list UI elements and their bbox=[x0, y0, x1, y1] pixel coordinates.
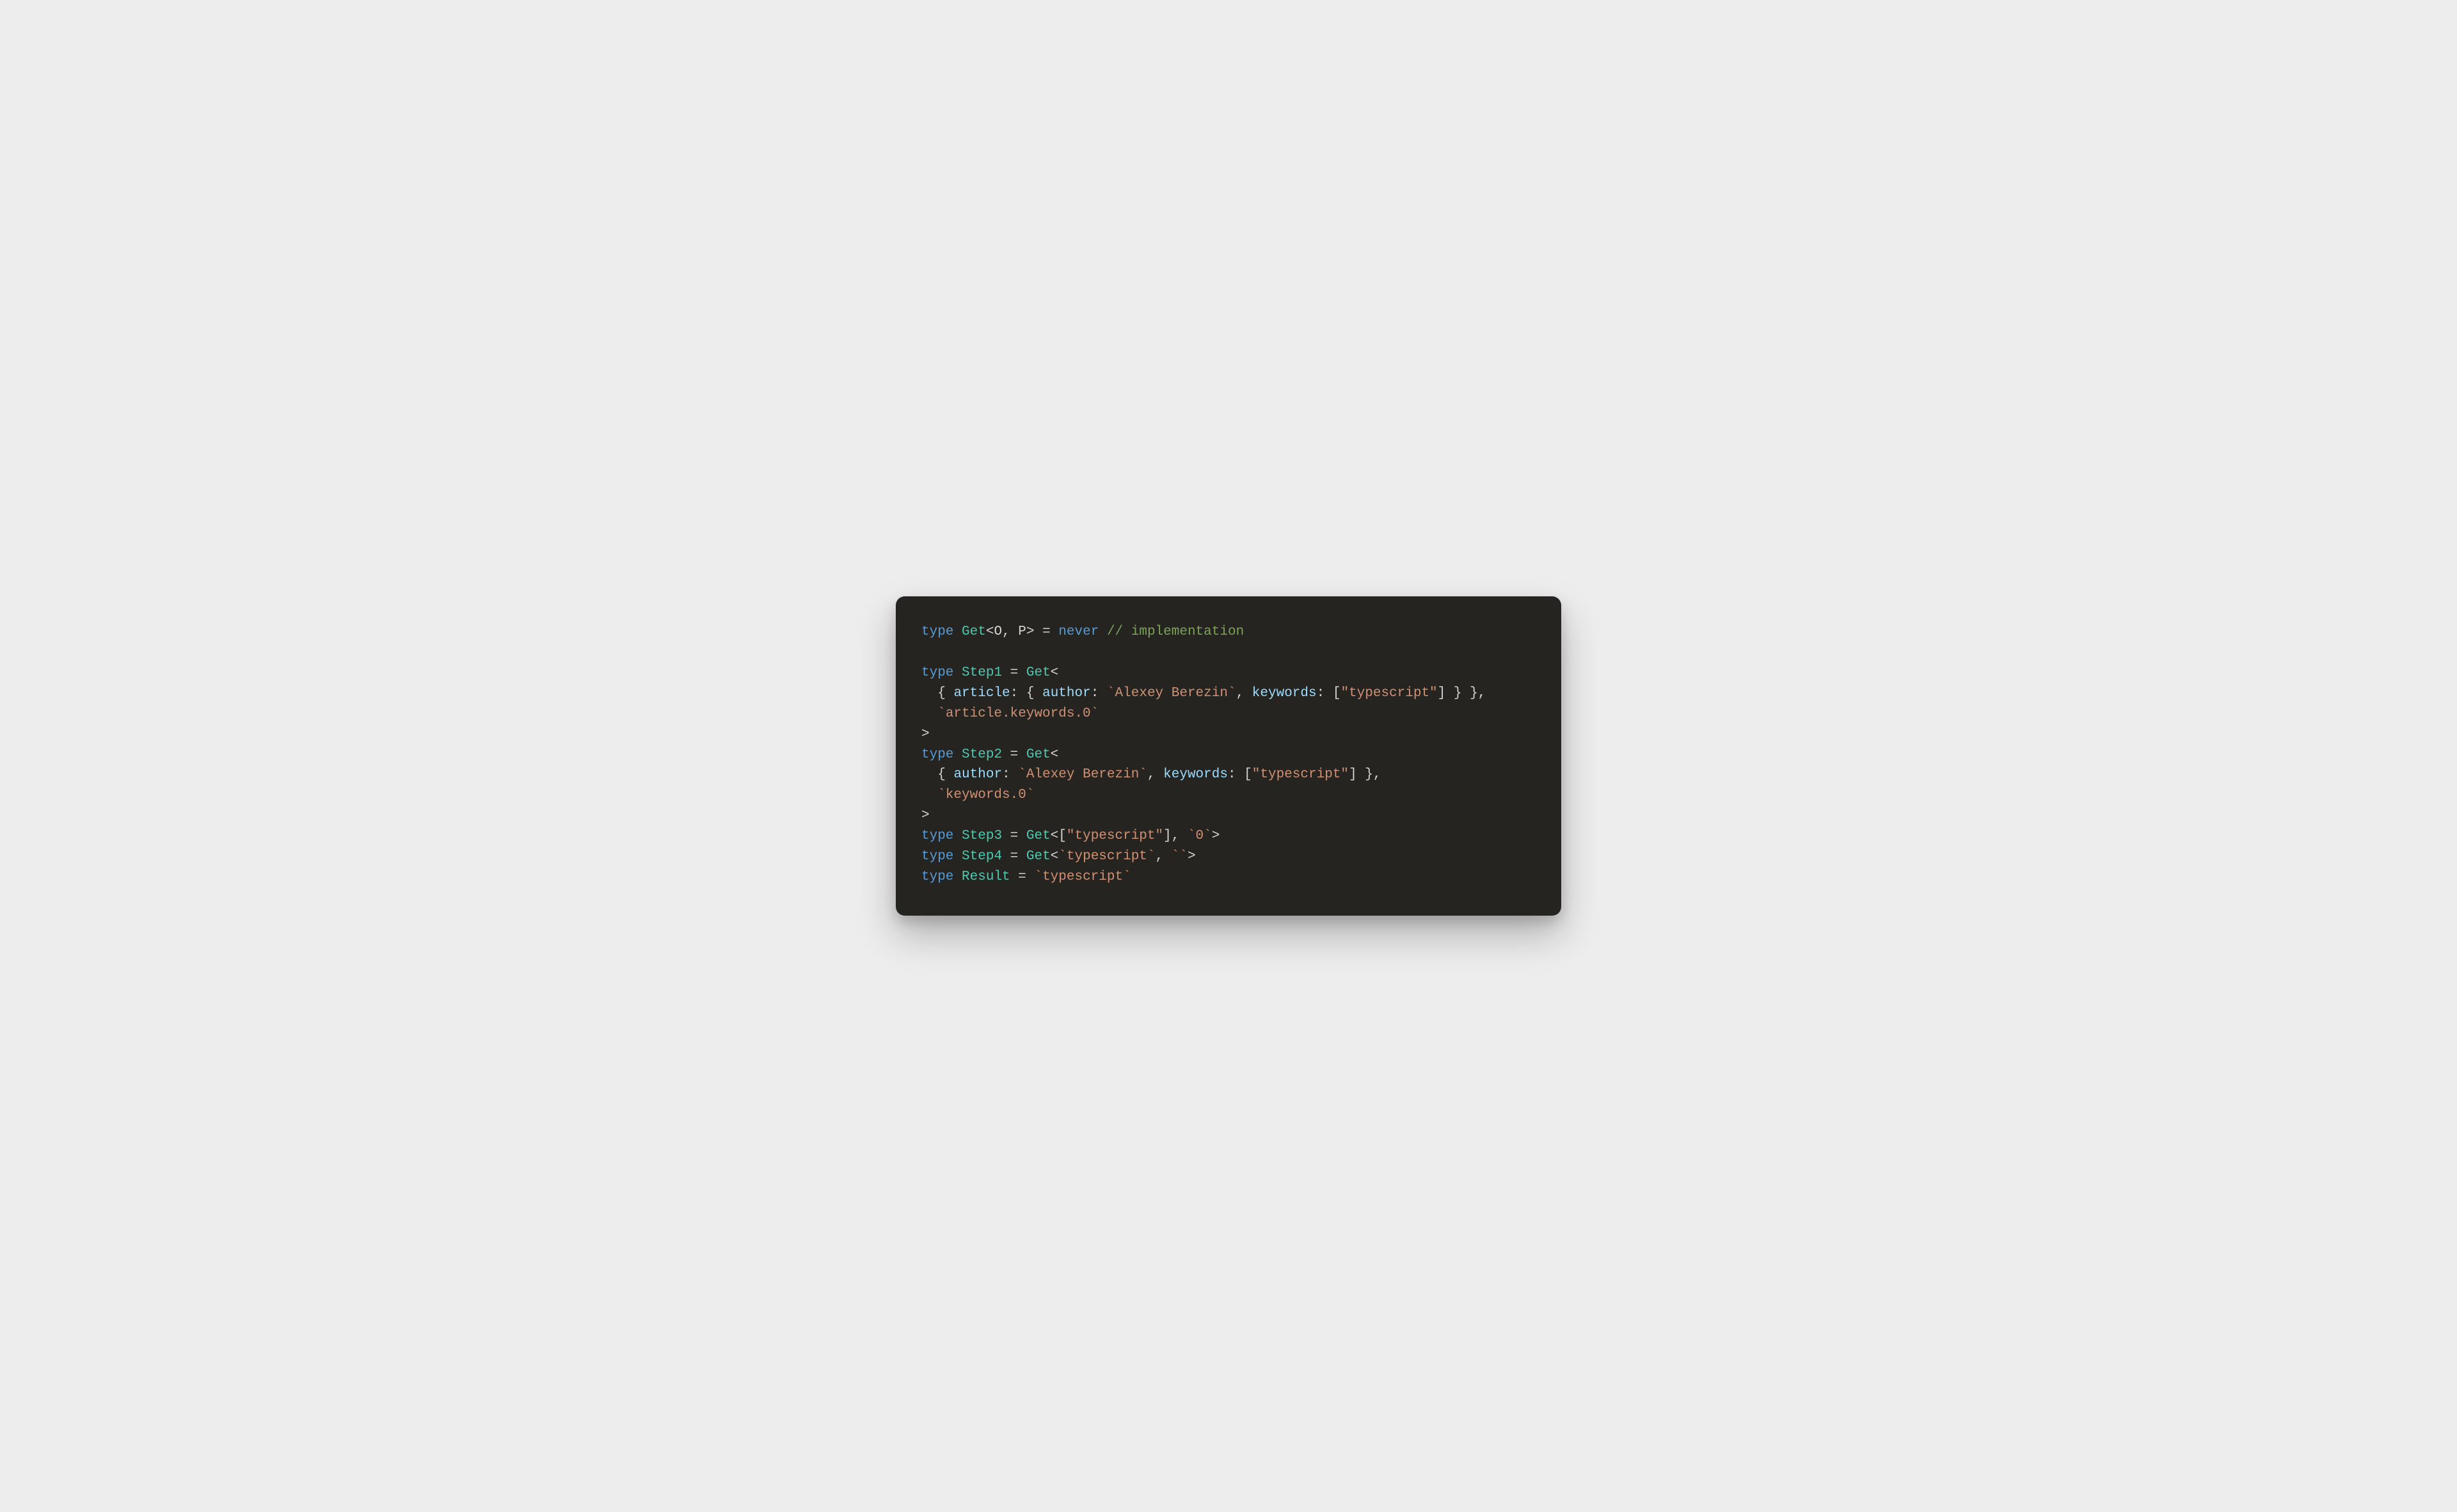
comma: , bbox=[1002, 625, 1018, 639]
angle-close: > bbox=[1026, 625, 1035, 639]
string-author: `Alexey Berezin` bbox=[1107, 686, 1236, 701]
space bbox=[1099, 625, 1107, 639]
type-step3: Step3 bbox=[962, 829, 1002, 843]
equals: = bbox=[1002, 829, 1026, 843]
prop-keywords: keywords bbox=[1163, 767, 1228, 782]
keyword-type: type bbox=[921, 625, 953, 639]
colon: : bbox=[1002, 767, 1018, 782]
keyword-type: type bbox=[921, 747, 953, 762]
type-step2: Step2 bbox=[962, 747, 1002, 762]
prop-article: article bbox=[953, 686, 1010, 701]
brace-open: { bbox=[937, 767, 953, 782]
string-path: `article.keywords.0` bbox=[937, 706, 1099, 721]
string-path: `keywords.0` bbox=[937, 788, 1034, 802]
comma: , bbox=[1236, 686, 1252, 701]
angle-close: > bbox=[1188, 849, 1196, 864]
prop-author: author bbox=[953, 767, 1002, 782]
string-zero: `0` bbox=[1188, 829, 1212, 843]
comma: , bbox=[1147, 767, 1163, 782]
keyword-never: never bbox=[1058, 625, 1099, 639]
angle-bracket-open: <[ bbox=[1051, 829, 1067, 843]
brace-open: { bbox=[937, 686, 953, 701]
close-braces: ] } }, bbox=[1438, 686, 1486, 701]
angle-open: < bbox=[986, 625, 994, 639]
code-card: type Get<O, P> = never // implementation… bbox=[896, 596, 1561, 916]
equals: = bbox=[1002, 849, 1026, 864]
indent bbox=[921, 706, 937, 721]
string-typescript: `typescript` bbox=[1034, 870, 1131, 884]
type-step1: Step1 bbox=[962, 665, 1002, 680]
type-get: Get bbox=[962, 625, 986, 639]
type-get: Get bbox=[1026, 849, 1051, 864]
equals: = bbox=[1002, 747, 1026, 762]
type-result: Result bbox=[962, 870, 1010, 884]
keyword-type: type bbox=[921, 829, 953, 843]
keyword-type: type bbox=[921, 665, 953, 680]
angle-close: > bbox=[921, 808, 930, 823]
string-empty: `` bbox=[1172, 849, 1188, 864]
string-typescript: "typescript" bbox=[1067, 829, 1163, 843]
generic-o: O bbox=[994, 625, 1002, 639]
type-get: Get bbox=[1026, 829, 1051, 843]
angle-open: < bbox=[1051, 665, 1059, 680]
string-author: `Alexey Berezin` bbox=[1018, 767, 1147, 782]
indent bbox=[921, 788, 937, 802]
type-get: Get bbox=[1026, 665, 1051, 680]
comma: , bbox=[1156, 849, 1172, 864]
angle-close: > bbox=[921, 727, 930, 742]
angle-open: < bbox=[1051, 849, 1059, 864]
equals: = bbox=[1010, 870, 1035, 884]
prop-keywords: keywords bbox=[1252, 686, 1317, 701]
angle-open: < bbox=[1051, 747, 1059, 762]
equals: = bbox=[1035, 625, 1059, 639]
string-typescript: "typescript" bbox=[1252, 767, 1349, 782]
bracket-close-comma: ], bbox=[1163, 829, 1188, 843]
keyword-type: type bbox=[921, 870, 953, 884]
type-step4: Step4 bbox=[962, 849, 1002, 864]
close-braces: ] }, bbox=[1349, 767, 1381, 782]
colon-bracket: : [ bbox=[1228, 767, 1252, 782]
comment: // implementation bbox=[1107, 625, 1244, 639]
type-get: Get bbox=[1026, 747, 1051, 762]
angle-close: > bbox=[1212, 829, 1220, 843]
indent bbox=[921, 767, 937, 782]
indent bbox=[921, 686, 937, 701]
generic-p: P bbox=[1018, 625, 1026, 639]
colon-bracket: : [ bbox=[1317, 686, 1341, 701]
keyword-type: type bbox=[921, 849, 953, 864]
colon: : bbox=[1091, 686, 1107, 701]
prop-author: author bbox=[1042, 686, 1091, 701]
string-typescript: `typescript` bbox=[1058, 849, 1155, 864]
code-block: type Get<O, P> = never // implementation… bbox=[921, 622, 1536, 887]
string-typescript: "typescript" bbox=[1340, 686, 1437, 701]
brace-open: { bbox=[1026, 686, 1042, 701]
equals: = bbox=[1002, 665, 1026, 680]
colon: : bbox=[1010, 686, 1026, 701]
